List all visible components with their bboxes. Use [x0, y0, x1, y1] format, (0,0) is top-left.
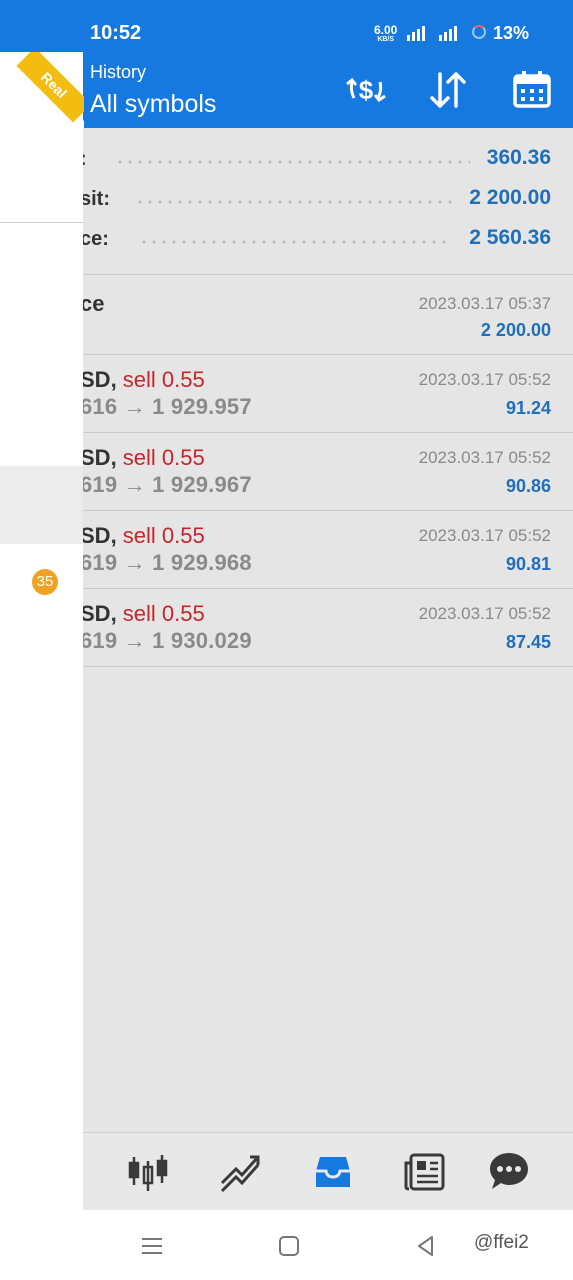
- chart-icon[interactable]: [218, 1149, 264, 1195]
- watermark: @ffei2: [474, 1232, 529, 1253]
- summary-profit-row: : 360.36: [83, 140, 573, 180]
- status-bar: 10:52 6.00 KB/S 13%: [0, 0, 573, 52]
- dot-leader: [139, 240, 453, 244]
- bottom-navigation: [83, 1132, 573, 1211]
- news-icon[interactable]: [402, 1149, 448, 1195]
- divider: [83, 666, 573, 667]
- list-item[interactable]: SD, sell 0.55 619 → 1 930.029 2023.03.17…: [83, 589, 573, 666]
- network-speed: 6.00 KB/S: [374, 23, 398, 43]
- calendar-icon[interactable]: [508, 68, 556, 112]
- list-item[interactable]: SD, sell 0.55 619 → 1 929.967 2023.03.17…: [83, 433, 573, 510]
- currency-exchange-icon[interactable]: $: [342, 68, 390, 112]
- dot-leader: [135, 200, 453, 204]
- side-drawer[interactable]: 35: [0, 52, 83, 1210]
- notification-badge: 35: [32, 569, 58, 595]
- battery-level: 13%: [493, 23, 530, 43]
- summary-deposit-row: sit: 2 200.00: [83, 186, 551, 210]
- dot-leader: [115, 160, 470, 164]
- menu-icon[interactable]: [138, 1232, 166, 1260]
- app-header: History All symbols $: [0, 52, 573, 128]
- sort-icon[interactable]: [424, 68, 472, 112]
- chat-icon[interactable]: [486, 1149, 532, 1195]
- divider: [0, 222, 83, 223]
- account-type-ribbon: Real: [0, 52, 84, 128]
- signal-icon: [407, 26, 425, 41]
- balance-entry[interactable]: ce 2023.03.17 05:37 2 200.00: [83, 275, 573, 354]
- summary-balance-row: ce: 2 560.36: [83, 226, 551, 250]
- quotes-icon[interactable]: [126, 1149, 172, 1195]
- battery-icon: [472, 25, 486, 39]
- svg-text:$: $: [359, 75, 374, 105]
- list-item[interactable]: SD, sell 0.55 616 → 1 929.957 2023.03.17…: [83, 355, 573, 432]
- clock: 10:52: [90, 22, 142, 44]
- list-item[interactable]: SD, sell 0.55 619 → 1 929.968 2023.03.17…: [83, 511, 573, 588]
- page-title[interactable]: All symbols: [90, 90, 216, 119]
- home-icon[interactable]: [275, 1232, 303, 1260]
- signal-icon: [439, 26, 457, 41]
- drawer-item-selected[interactable]: [0, 466, 83, 544]
- back-icon[interactable]: [412, 1232, 440, 1260]
- header-subtitle: History: [90, 62, 147, 82]
- history-icon[interactable]: [310, 1149, 356, 1195]
- history-list[interactable]: : 360.36 sit: 2 200.00 ce: 2 560.36 ce 2…: [83, 128, 573, 1132]
